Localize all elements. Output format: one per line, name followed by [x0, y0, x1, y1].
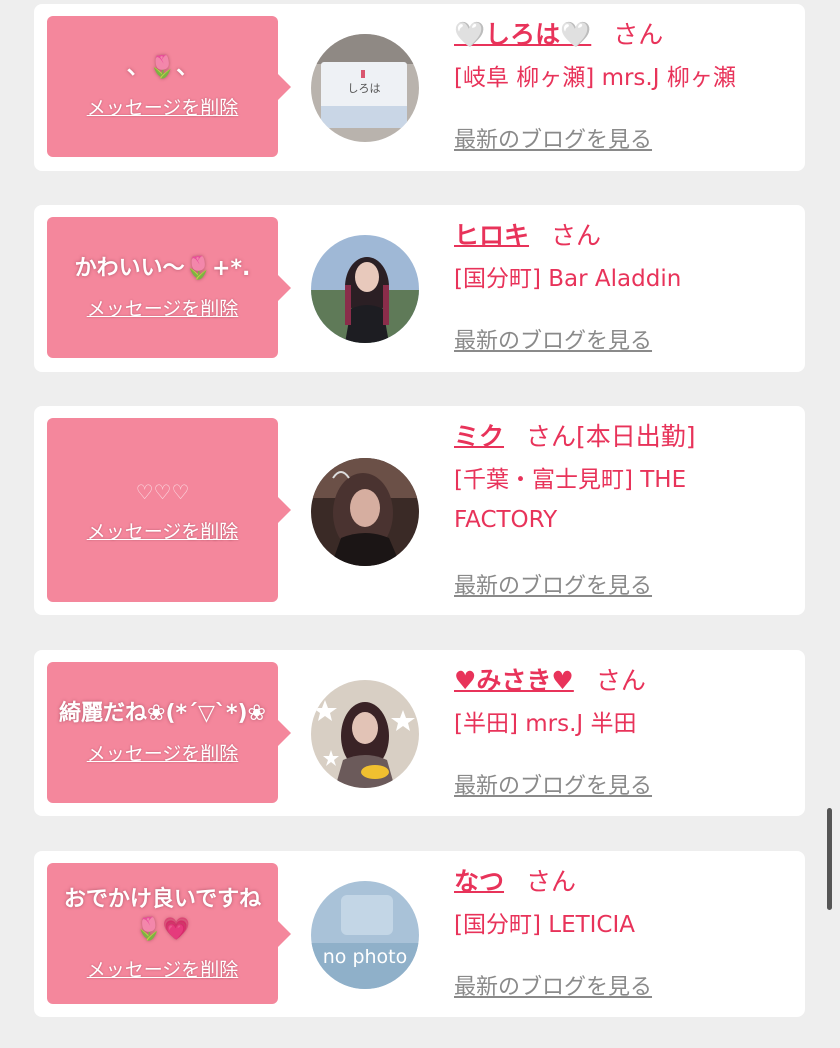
delete-message-link[interactable]: メッセージを削除 [87, 93, 239, 120]
user-name-link[interactable]: ♥みさき♥ [454, 666, 574, 695]
name-line: ♥みさき♥ さん [454, 664, 785, 698]
honorific: さん [526, 867, 577, 896]
message-text: 綺麗だね❀(*´▽`*)❀ [59, 701, 266, 726]
latest-blog-link[interactable]: 最新のブログを見る [454, 768, 652, 800]
shop-text: [岐阜 柳ヶ瀬] mrs.J 柳ヶ瀬 [454, 65, 736, 91]
delete-message-link[interactable]: メッセージを削除 [87, 739, 239, 766]
avatar[interactable]: no photo [311, 881, 419, 989]
message-text: 、🌷、 [126, 55, 199, 80]
delete-message-link[interactable]: メッセージを削除 [87, 517, 239, 544]
message-text: ♡♡♡ [135, 479, 190, 504]
honorific: さん [551, 221, 602, 250]
info-block: 🤍しろは🤍 さん [岐阜 柳ヶ瀬] mrs.J 柳ヶ瀬 [454, 18, 785, 98]
user-name-link[interactable]: ヒロキ [454, 221, 529, 250]
message-text: おでかけ良いですね🌷💗 [63, 887, 262, 942]
avatar[interactable] [311, 235, 419, 343]
shop-text: [千葉・富士見町] THE FACTORY [454, 467, 687, 533]
message-bubble: 綺麗だね❀(*´▽`*)❀ メッセージを削除 [47, 662, 291, 803]
user-name-link[interactable]: 🤍しろは🤍 [454, 20, 591, 49]
avatar-photo-icon [311, 458, 419, 566]
avatar[interactable] [311, 680, 419, 788]
user-name-link[interactable]: ミク [454, 422, 504, 451]
avatar[interactable]: しろは [311, 34, 419, 142]
delete-message-link[interactable]: メッセージを削除 [87, 955, 239, 982]
message-bubble: おでかけ良いですね🌷💗 メッセージを削除 [47, 863, 291, 1004]
name-line: ヒロキ さん [454, 219, 785, 253]
message-card: おでかけ良いですね🌷💗 メッセージを削除 no photo なつ さん [国分町]… [34, 851, 805, 1017]
latest-blog-link[interactable]: 最新のブログを見る [454, 323, 652, 355]
latest-blog-link[interactable]: 最新のブログを見る [454, 568, 652, 600]
message-bubble: ♡♡♡ メッセージを削除 [47, 418, 291, 602]
shop-text: [国分町] Bar Aladdin [454, 266, 682, 292]
avatar-photo-icon [311, 235, 419, 343]
honorific: さん [595, 666, 646, 695]
message-card: ♡♡♡ メッセージを削除 ミク さん[本日出勤] [千葉・富士見町] THE FA… [34, 406, 805, 615]
shop-text: [半田] mrs.J 半田 [454, 711, 637, 737]
name-line: ミク さん[本日出勤] [454, 420, 785, 454]
message-bubble: かわいい〜🌷+*. メッセージを削除 [47, 217, 291, 358]
honorific: さん [613, 20, 664, 49]
delete-message-link[interactable]: メッセージを削除 [87, 294, 239, 321]
avatar[interactable] [311, 458, 419, 566]
avatar-photo-icon [311, 680, 419, 788]
message-text: かわいい〜🌷+*. [74, 256, 251, 281]
status-text: [本日出勤] [576, 422, 696, 451]
message-card: 、🌷、 メッセージを削除 しろは 🤍しろは🤍 さん [岐阜 柳ヶ瀬] mrs.J … [34, 4, 805, 171]
scrollbar[interactable] [827, 808, 832, 910]
info-block: ヒロキ さん [国分町] Bar Aladdin [454, 219, 785, 299]
info-block: ♥みさき♥ さん [半田] mrs.J 半田 [454, 664, 785, 744]
info-block: ミク さん[本日出勤] [千葉・富士見町] THE FACTORY [454, 420, 785, 540]
honorific: さん [526, 422, 577, 451]
message-bubble: 、🌷、 メッセージを削除 [47, 16, 291, 157]
avatar-image-card-icon: しろは [311, 34, 419, 142]
name-line: なつ さん [454, 865, 785, 899]
no-photo-icon: no photo [311, 881, 419, 989]
no-photo-text: no photo [323, 946, 408, 968]
latest-blog-link[interactable]: 最新のブログを見る [454, 969, 652, 1001]
latest-blog-link[interactable]: 最新のブログを見る [454, 122, 652, 154]
avatar-text: しろは [348, 82, 381, 95]
shop-text: [国分町] LETICIA [454, 912, 636, 938]
name-line: 🤍しろは🤍 さん [454, 18, 785, 52]
message-card: かわいい〜🌷+*. メッセージを削除 ヒロキ さん [国分町] Bar Aladd… [34, 205, 805, 372]
message-list-page: 、🌷、 メッセージを削除 しろは 🤍しろは🤍 さん [岐阜 柳ヶ瀬] mrs.J … [0, 0, 840, 1048]
user-name-link[interactable]: なつ [454, 867, 504, 896]
info-block: なつ さん [国分町] LETICIA [454, 865, 785, 945]
message-card: 綺麗だね❀(*´▽`*)❀ メッセージを削除 ♥みさき♥ さん [半田] mrs.… [34, 650, 805, 816]
